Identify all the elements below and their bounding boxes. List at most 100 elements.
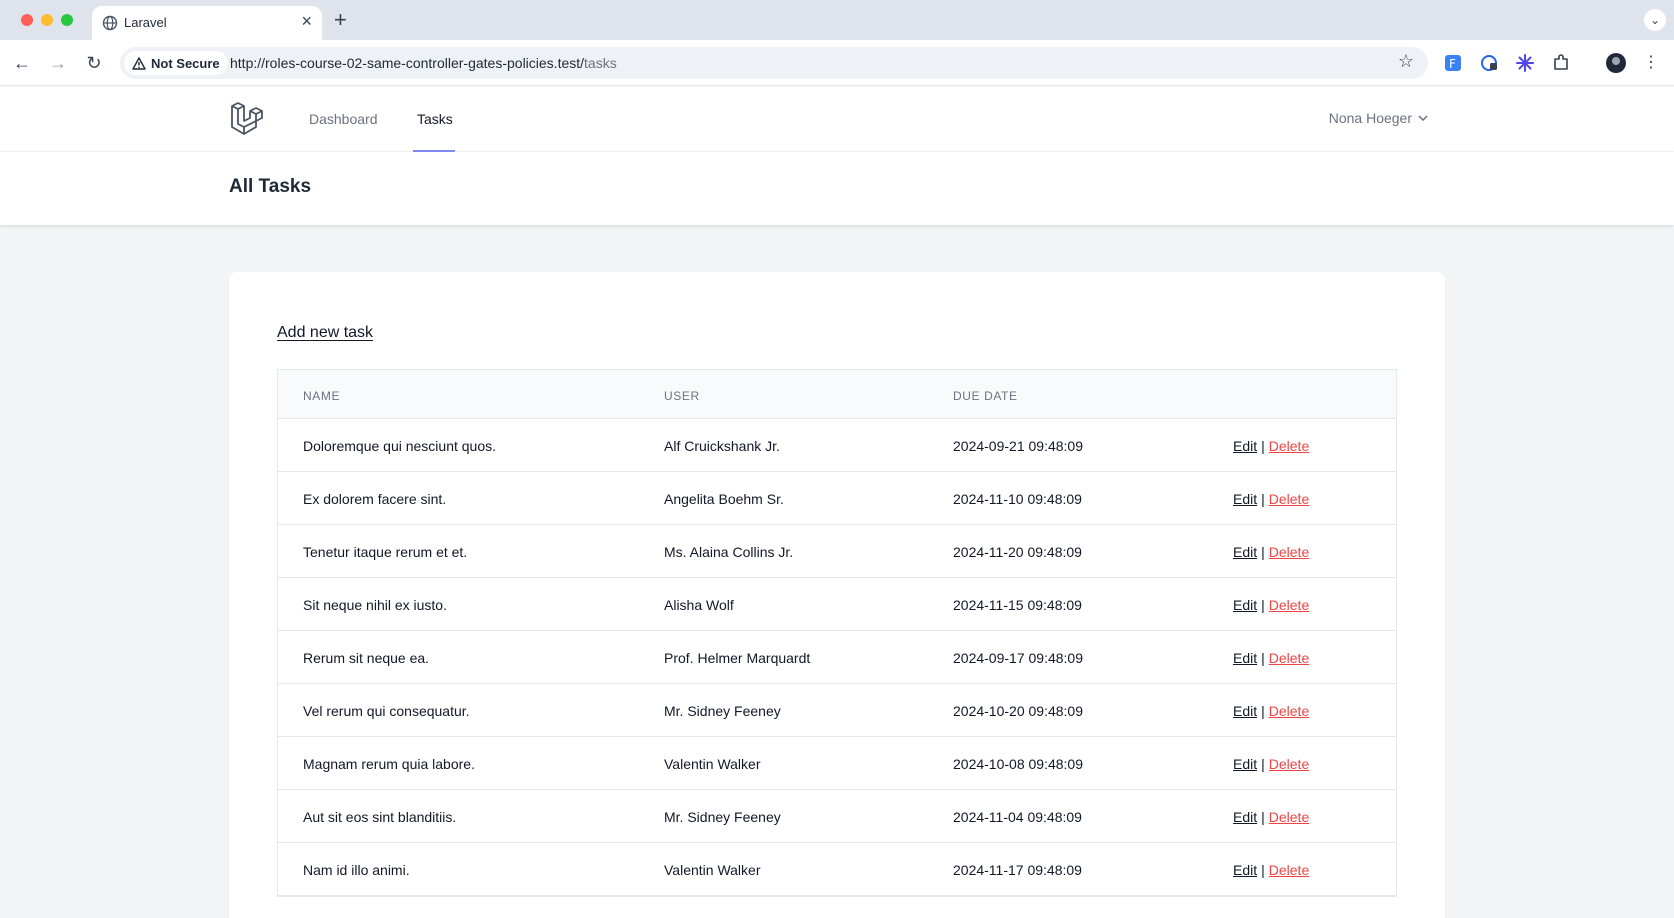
security-label: Not Secure	[151, 55, 220, 71]
table-row: Rerum sit neque ea. Prof. Helmer Marquard…	[278, 631, 1396, 684]
address-bar[interactable]: Not Secure http://roles-course-02-same-c…	[120, 47, 1428, 79]
edit-link[interactable]: Edit	[1233, 597, 1257, 613]
action-separator: |	[1261, 703, 1265, 719]
table-header: NAME USER DUE DATE	[278, 370, 1396, 419]
table-row: Aut sit eos sint blanditiis. Mr. Sidney F…	[278, 790, 1396, 843]
table-row: Sit neque nihil ex iusto. Alisha Wolf 2024…	[278, 578, 1396, 631]
add-new-task-link[interactable]: Add new task	[277, 324, 373, 342]
edit-link[interactable]: Edit	[1233, 862, 1257, 878]
forward-arrow-icon[interactable]: →	[46, 51, 70, 75]
task-name: Vel rerum qui consequatur.	[303, 703, 470, 719]
row-actions: Edit | Delete	[1233, 756, 1309, 772]
tasks-card: Add new task NAME USER DUE DATE Doloremq…	[229, 272, 1445, 918]
chevron-down-icon	[1418, 115, 1428, 121]
task-due-date: 2024-09-21 09:48:09	[953, 438, 1083, 454]
delete-link[interactable]: Delete	[1269, 544, 1309, 560]
new-tab-button[interactable]: +	[334, 7, 347, 33]
row-actions: Edit | Delete	[1233, 597, 1309, 613]
edit-link[interactable]: Edit	[1233, 438, 1257, 454]
table-row: Magnam rerum quia labore. Valentin Walker…	[278, 737, 1396, 790]
tasks-table: NAME USER DUE DATE Doloremque qui nesciu…	[277, 369, 1397, 897]
nav-link-tasks[interactable]: Tasks	[417, 111, 453, 127]
extension-lock-icon[interactable]	[1479, 53, 1499, 73]
reload-icon[interactable]: ↻	[82, 51, 106, 75]
task-due-date: 2024-11-15 09:48:09	[953, 597, 1082, 613]
browser-menu-icon[interactable]: ⋮	[1639, 51, 1663, 75]
task-due-date: 2024-11-04 09:48:09	[953, 809, 1082, 825]
security-chip[interactable]: Not Secure	[124, 51, 228, 75]
edit-link[interactable]: Edit	[1233, 809, 1257, 825]
table-row: Vel rerum qui consequatur. Mr. Sidney Fee…	[278, 684, 1396, 737]
bookmark-star-icon[interactable]: ☆	[1398, 51, 1414, 72]
table-row: Tenetur itaque rerum et et. Ms. Alaina Co…	[278, 525, 1396, 578]
edit-link[interactable]: Edit	[1233, 544, 1257, 560]
maximize-window-button[interactable]	[61, 14, 73, 26]
delete-link[interactable]: Delete	[1269, 756, 1309, 772]
extension-sparkle-icon[interactable]	[1515, 53, 1535, 73]
close-tab-icon[interactable]: ×	[301, 11, 312, 32]
task-due-date: 2024-10-08 09:48:09	[953, 756, 1083, 772]
column-header-user: USER	[664, 389, 700, 403]
globe-icon	[102, 15, 118, 31]
delete-link[interactable]: Delete	[1269, 862, 1309, 878]
task-user: Mr. Sidney Feeney	[664, 809, 781, 825]
edit-link[interactable]: Edit	[1233, 650, 1257, 666]
table-row: Ex dolorem facere sint. Angelita Boehm Sr…	[278, 472, 1396, 525]
tab-title: Laravel	[124, 15, 167, 30]
task-due-date: 2024-10-20 09:48:09	[953, 703, 1083, 719]
task-user: Alisha Wolf	[664, 597, 734, 613]
profile-avatar-icon[interactable]	[1605, 52, 1627, 74]
task-due-date: 2024-11-20 09:48:09	[953, 544, 1082, 560]
row-actions: Edit | Delete	[1233, 544, 1309, 560]
task-user: Alf Cruickshank Jr.	[664, 438, 780, 454]
row-actions: Edit | Delete	[1233, 491, 1309, 507]
nav-link-dashboard[interactable]: Dashboard	[309, 111, 378, 127]
row-actions: Edit | Delete	[1233, 809, 1309, 825]
edit-link[interactable]: Edit	[1233, 703, 1257, 719]
task-name: Magnam rerum quia labore.	[303, 756, 475, 772]
task-name: Doloremque qui nesciunt quos.	[303, 438, 497, 454]
delete-link[interactable]: Delete	[1269, 597, 1309, 613]
action-separator: |	[1261, 809, 1265, 825]
action-separator: |	[1261, 650, 1265, 666]
task-name: Rerum sit neque ea.	[303, 650, 430, 666]
delete-link[interactable]: Delete	[1269, 438, 1309, 454]
task-user: Valentin Walker	[664, 862, 761, 878]
extension-f-icon[interactable]: F	[1443, 53, 1463, 73]
action-separator: |	[1261, 597, 1265, 613]
delete-link[interactable]: Delete	[1269, 491, 1309, 507]
extensions-puzzle-icon[interactable]	[1551, 53, 1571, 73]
user-menu[interactable]: Nona Hoeger	[1329, 110, 1428, 126]
task-user: Valentin Walker	[664, 756, 761, 772]
column-header-due-date: DUE DATE	[953, 389, 1018, 403]
row-actions: Edit | Delete	[1233, 703, 1309, 719]
laravel-logo-icon[interactable]	[229, 101, 265, 137]
browser-tab-bar: Laravel × + ⌄	[0, 0, 1674, 40]
app-navigation: Dashboard Tasks Nona Hoeger	[0, 87, 1674, 152]
close-window-button[interactable]	[21, 14, 33, 26]
url-text[interactable]: http://roles-course-02-same-controller-g…	[230, 55, 617, 71]
action-separator: |	[1261, 544, 1265, 560]
row-actions: Edit | Delete	[1233, 438, 1309, 454]
tab-search-chevron-icon[interactable]: ⌄	[1644, 9, 1666, 31]
task-due-date: 2024-11-10 09:48:09	[953, 491, 1082, 507]
browser-tab[interactable]: Laravel ×	[92, 6, 322, 40]
minimize-window-button[interactable]	[41, 14, 53, 26]
delete-link[interactable]: Delete	[1269, 703, 1309, 719]
action-separator: |	[1261, 491, 1265, 507]
svg-text:F: F	[1449, 57, 1456, 71]
column-header-name: NAME	[303, 389, 341, 403]
delete-link[interactable]: Delete	[1269, 809, 1309, 825]
row-actions: Edit | Delete	[1233, 650, 1309, 666]
action-separator: |	[1261, 756, 1265, 772]
task-name: Tenetur itaque rerum et et.	[303, 544, 468, 560]
task-user: Mr. Sidney Feeney	[664, 703, 781, 719]
delete-link[interactable]: Delete	[1269, 650, 1309, 666]
edit-link[interactable]: Edit	[1233, 491, 1257, 507]
task-user: Angelita Boehm Sr.	[664, 491, 784, 507]
page-title: All Tasks	[229, 176, 312, 197]
action-separator: |	[1261, 862, 1265, 878]
edit-link[interactable]: Edit	[1233, 756, 1257, 772]
task-due-date: 2024-09-17 09:48:09	[953, 650, 1083, 666]
back-arrow-icon[interactable]: ←	[10, 51, 34, 75]
